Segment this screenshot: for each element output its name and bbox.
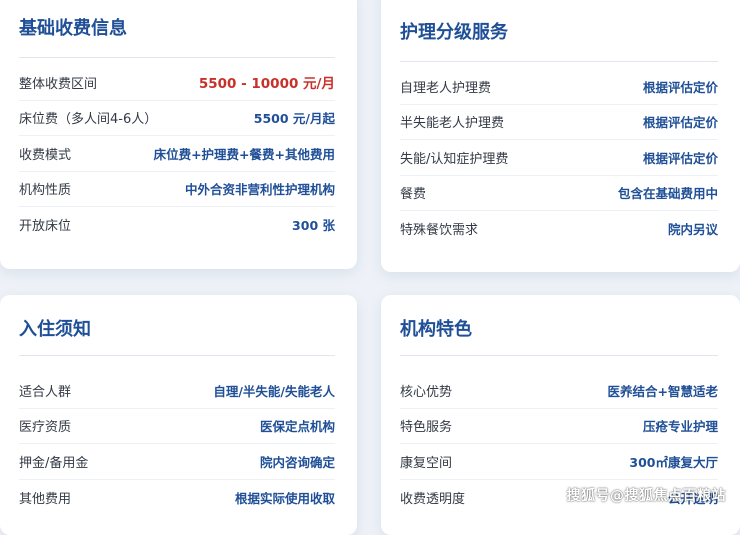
row-value: 医养结合+智慧适老 [607,383,718,399]
row-value: 自理/半失能/失能老人 [213,383,335,399]
list-item: 押金/备用金 院内咨询确定 [19,444,335,480]
care-list: 自理老人护理费 根据评估定价 半失能老人护理费 根据评估定价 失能/认知症护理费… [400,69,718,247]
row-label: 餐费 [400,187,427,203]
card-admission-notes: 入住须知 适合人群 自理/半失能/失能老人 医疗资质 医保定点机构 押金/备用金… [0,295,357,535]
list-item: 收费模式 床位费+护理费+餐费+其他费用 [19,136,335,172]
row-label: 核心优势 [400,384,453,400]
row-label: 开放床位 [19,219,72,235]
card-title: 机构特色 [400,319,472,340]
row-label: 医疗资质 [19,420,72,436]
list-item: 特殊餐饮需求 院内另议 [400,211,718,247]
row-value: 床位费+护理费+餐费+其他费用 [153,146,335,162]
row-value: 中外合资非营利性护理机构 [184,182,335,198]
row-label: 失能/认知症护理费 [400,151,509,167]
row-label: 收费透明度 [400,491,466,507]
list-item: 医疗资质 医保定点机构 [19,409,335,444]
list-item: 床位费（多人间4-6人） 5500 元/月起 [19,101,335,136]
row-label: 特色服务 [400,420,453,436]
list-item: 适合人群 自理/半失能/失能老人 [19,373,335,409]
row-value: 压疮专业护理 [642,419,718,435]
row-value: 根据评估定价 [642,79,718,95]
card-title-wrap: 入住须知 [19,295,335,356]
fee-list: 整体收费区间 5500 - 10000 元/月 床位费（多人间4-6人） 550… [19,65,335,243]
list-item: 康复空间 300㎡康复大厅 [400,444,718,480]
list-item: 开放床位 300 张 [19,207,335,243]
row-label: 适合人群 [19,384,72,400]
card-title: 基础收费信息 [19,18,127,39]
card-title-wrap: 基础收费信息 [19,0,335,58]
row-label: 床位费（多人间4-6人） [19,112,158,128]
row-label: 机构性质 [19,183,72,199]
row-value: 根据实际使用收取 [234,490,335,506]
list-item: 半失能老人护理费 根据评估定价 [400,105,718,140]
row-value: 根据评估定价 [642,115,718,131]
list-item: 核心优势 医养结合+智慧适老 [400,373,718,409]
watermark: 搜狐号@搜狐焦点百粮站 [566,488,726,504]
row-label: 收费模式 [19,147,72,163]
list-item: 其他费用 根据实际使用收取 [19,480,335,516]
row-value: 院内咨询确定 [259,454,335,470]
row-value: 医保定点机构 [259,419,335,435]
row-value: 300㎡康复大厅 [629,454,718,470]
row-label: 其他费用 [19,491,72,507]
card-title-wrap: 护理分级服务 [400,0,718,62]
row-value: 5500 元/月起 [253,111,335,127]
list-item: 整体收费区间 5500 - 10000 元/月 [19,65,335,101]
row-value: 院内另议 [667,222,718,238]
row-label: 康复空间 [400,455,453,471]
row-label: 自理老人护理费 [400,80,492,96]
card-title: 护理分级服务 [400,22,508,43]
card-basic-fees: 基础收费信息 整体收费区间 5500 - 10000 元/月 床位费（多人间4-… [0,0,357,269]
card-title-wrap: 机构特色 [400,295,718,356]
list-item: 失能/认知症护理费 根据评估定价 [400,140,718,176]
list-item: 餐费 包含在基础费用中 [400,176,718,211]
row-label: 整体收费区间 [19,76,98,92]
row-value: 根据评估定价 [642,150,718,166]
row-label: 特殊餐饮需求 [400,223,479,239]
row-value: 5500 - 10000 元/月 [198,76,335,93]
admission-list: 适合人群 自理/半失能/失能老人 医疗资质 医保定点机构 押金/备用金 院内咨询… [19,373,335,515]
list-item: 机构性质 中外合资非营利性护理机构 [19,172,335,207]
card-title: 入住须知 [19,319,91,340]
card-care-levels: 护理分级服务 自理老人护理费 根据评估定价 半失能老人护理费 根据评估定价 失能… [381,0,740,272]
row-value: 300 张 [292,218,335,234]
list-item: 特色服务 压疮专业护理 [400,409,718,444]
row-label: 半失能老人护理费 [400,116,505,132]
row-label: 押金/备用金 [19,455,89,471]
list-item: 自理老人护理费 根据评估定价 [400,69,718,105]
row-value: 包含在基础费用中 [617,186,718,202]
